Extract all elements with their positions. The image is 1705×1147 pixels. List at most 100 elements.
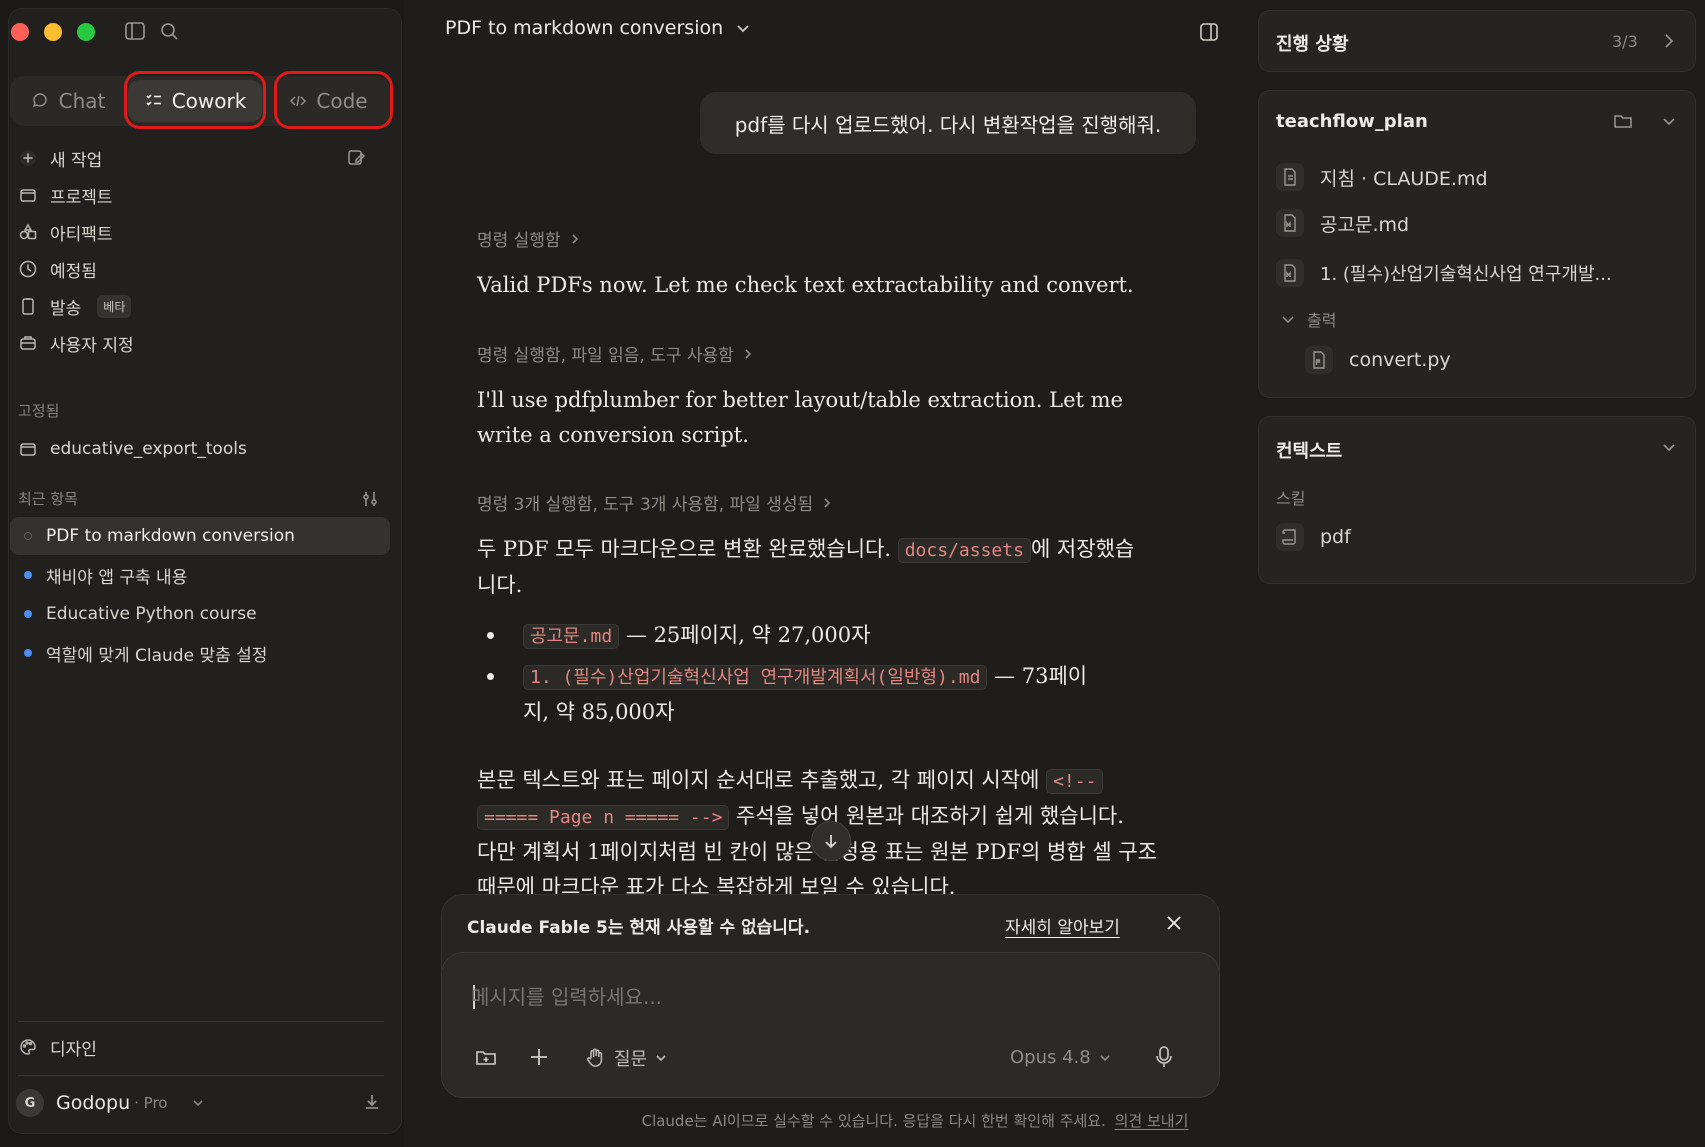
inline-code: ===== Page n ===== -->	[477, 805, 730, 830]
chevron-down-icon[interactable]	[1661, 439, 1677, 455]
ask-mode-selector[interactable]: 질문	[584, 1045, 667, 1071]
recent-item-label: 역할에 맞게 Claude 맞춤 설정	[46, 645, 268, 666]
phone-icon	[22, 298, 34, 315]
chevron-right-icon	[745, 348, 751, 359]
add-folder-icon[interactable]	[474, 1045, 498, 1069]
minimize-window-button[interactable]	[44, 23, 62, 41]
close-window-button[interactable]	[11, 23, 29, 41]
disclaimer-text: Claude는 AI이므로 실수할 수 있습니다. 응답을 다시 한번 확인해 …	[641, 1112, 1106, 1130]
chevron-down-icon	[737, 25, 749, 33]
recent-item-label: 채비야 앱 구축 내용	[46, 567, 188, 588]
project-files-card: teachflow_plan 지침 · CLAUDE.md 공고문.md 1. …	[1258, 90, 1696, 398]
banner-text: Claude Fable 5는 현재 사용할 수 없습니다.	[467, 918, 811, 938]
tool-step-toggle[interactable]: 명령 실행함	[477, 226, 581, 251]
chat-mode-button[interactable]: Chat	[16, 80, 120, 122]
design-item[interactable]: 디자인	[18, 1032, 97, 1062]
paragraph-line: 두 PDF 모두 마크다운으로 변환 완료했습니다. docs/assets 에 …	[477, 532, 1157, 568]
pinned-project-item[interactable]: educative_export_tools	[18, 434, 247, 464]
text-run: 에 저장했습	[1030, 537, 1135, 561]
message-input[interactable]	[471, 977, 1171, 1017]
sidebar-toggle-icon[interactable]	[124, 20, 148, 44]
scroll-to-bottom-button[interactable]	[811, 821, 851, 861]
text-run: — 73페이	[994, 664, 1088, 688]
plus-icon[interactable]	[528, 1046, 550, 1068]
artifacts-item[interactable]: 아티팩트	[18, 217, 113, 247]
zoom-window-button[interactable]	[77, 23, 95, 41]
paragraph-line: 니다.	[477, 573, 523, 597]
inline-code: docs/assets	[897, 538, 1031, 563]
file-item[interactable]: 지침 · CLAUDE.md	[1276, 163, 1488, 191]
chat-mode-label: Chat	[58, 89, 106, 113]
search-icon[interactable]	[158, 20, 182, 44]
customize-label: 사용자 지정	[50, 335, 134, 356]
file-item[interactable]: 1. (필수)산업기술혁신사업 연구개발...	[1276, 259, 1612, 287]
recent-item[interactable]: Educative Python course	[10, 595, 390, 633]
assistant-paragraph: 두 PDF 모두 마크다운으로 변환 완료했습니다. docs/assets 에 …	[477, 532, 1157, 603]
model-selector[interactable]: Opus 4.8	[1010, 1047, 1111, 1068]
app-window: Chat Cowork Code 새 작업 프로젝트 아티팩트 예정됨 발송 베…	[0, 0, 1705, 1147]
chevron-right-icon	[1665, 34, 1674, 48]
output-folder-label: 출력	[1307, 311, 1337, 330]
progress-count: 3/3	[1612, 32, 1638, 51]
recent-item[interactable]: 채비야 앱 구축 내용	[10, 556, 390, 594]
inline-code: 1. (필수)산업기술혁신사업 연구개발계획서(일반형).md	[523, 665, 988, 690]
cowork-mode-label: Cowork	[171, 89, 247, 113]
chat-bubble-icon	[32, 93, 47, 108]
filter-sliders-icon[interactable]	[360, 489, 382, 511]
new-task-item[interactable]: 새 작업	[18, 143, 102, 173]
projects-item[interactable]: 프로젝트	[18, 180, 113, 210]
python-file-icon	[1305, 346, 1333, 374]
code-mode-label: Code	[316, 89, 368, 113]
file-item[interactable]: convert.py	[1305, 346, 1451, 374]
unread-dot-icon	[24, 610, 32, 618]
microphone-icon[interactable]	[1153, 1045, 1175, 1069]
progress-card[interactable]: 진행 상황 3/3	[1258, 10, 1696, 72]
file-label: 지침 · CLAUDE.md	[1320, 167, 1488, 190]
recent-section-label: 최근 항목	[18, 490, 78, 508]
paragraph-line: 본문 텍스트와 표는 페이지 순서대로 추출했고, 각 페이지 시작에 <!--	[477, 763, 1177, 799]
assistant-paragraph: Valid PDFs now. Let me check text extrac…	[477, 273, 1134, 297]
skill-label: pdf	[1320, 526, 1351, 548]
disclaimer: Claude는 AI이므로 실수할 수 있습니다. 응답을 다시 한번 확인해 …	[0, 1110, 1705, 1131]
status-dot-icon	[24, 532, 32, 540]
folder-box-icon	[20, 189, 36, 202]
customize-item[interactable]: 사용자 지정	[18, 328, 134, 358]
tool-step-label: 명령 실행함, 파일 읽음, 도구 사용함	[477, 346, 734, 366]
markdown-file-icon	[1276, 209, 1304, 237]
file-item[interactable]: 공고문.md	[1276, 209, 1409, 237]
recent-item[interactable]: 역할에 맞게 Claude 맞춤 설정	[10, 634, 390, 672]
skill-item[interactable]: pdf	[1276, 523, 1351, 551]
inline-code: <!--	[1046, 769, 1104, 794]
tool-step-toggle[interactable]: 명령 실행함, 파일 읽음, 도구 사용함	[477, 341, 754, 366]
recent-item-active[interactable]: PDF to markdown conversion	[10, 517, 390, 555]
tool-step-label: 명령 실행함	[477, 231, 561, 251]
compose-icon[interactable]	[346, 148, 368, 170]
scheduled-item[interactable]: 예정됨	[18, 254, 97, 284]
download-icon[interactable]	[362, 1092, 382, 1112]
clock-icon	[19, 260, 37, 278]
learn-more-link[interactable]: 자세히 알아보기	[1005, 913, 1120, 938]
scheduled-label: 예정됨	[50, 261, 97, 282]
conversation-title-menu[interactable]: PDF to markdown conversion	[445, 17, 751, 39]
chevron-down-icon	[1100, 1054, 1110, 1061]
new-task-label: 새 작업	[50, 150, 103, 171]
tool-step-toggle[interactable]: 명령 3개 실행함, 도구 3개 사용함, 파일 생성됨	[477, 490, 833, 515]
dispatch-label: 발송	[50, 298, 82, 319]
unread-dot-icon	[24, 649, 32, 657]
feedback-link[interactable]: 의견 보내기	[1115, 1112, 1189, 1130]
palette-icon	[20, 1039, 36, 1055]
open-folder-icon[interactable]	[1613, 111, 1633, 131]
dispatch-item[interactable]: 발송 베타	[18, 291, 132, 321]
chevron-down-icon[interactable]	[1661, 113, 1677, 129]
output-folder-toggle[interactable]: 출력	[1281, 307, 1336, 331]
cowork-mode-button[interactable]: Cowork	[128, 80, 262, 122]
code-brackets-icon	[290, 95, 307, 107]
user-message: pdf를 다시 업로드했어. 다시 변환작업을 진행해줘.	[700, 92, 1196, 154]
panel-toggle-icon[interactable]	[1198, 21, 1220, 43]
code-mode-button[interactable]: Code	[272, 80, 384, 122]
chevron-right-icon	[824, 497, 831, 508]
artifacts-label: 아티팩트	[50, 224, 113, 245]
sidebar: Chat Cowork Code 새 작업 프로젝트 아티팩트 예정됨 발송 베…	[0, 0, 404, 1147]
close-icon[interactable]	[1165, 914, 1183, 932]
chevron-right-icon	[572, 233, 578, 244]
